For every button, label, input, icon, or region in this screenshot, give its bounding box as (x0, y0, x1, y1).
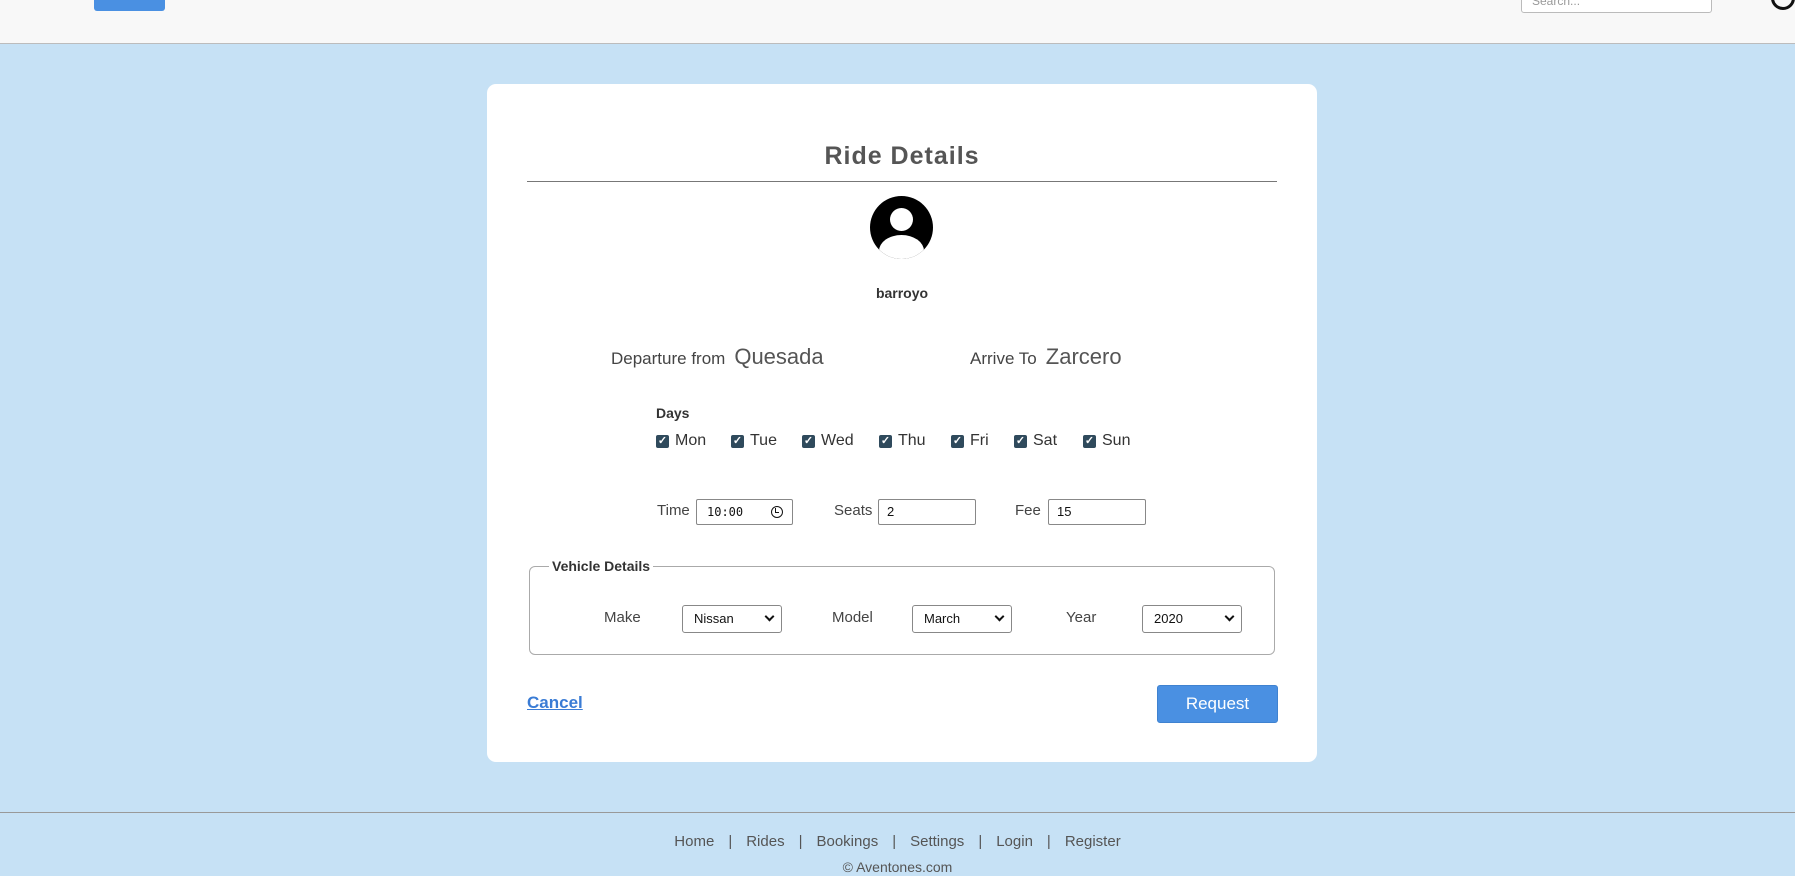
footer-link-home[interactable]: Home (674, 833, 714, 850)
day-checkbox-fri[interactable]: ✓ Fri (951, 431, 1014, 451)
avatar-icon (870, 196, 933, 259)
day-label: Thu (898, 432, 926, 449)
footer-separator: | (978, 833, 983, 850)
day-label: Sat (1033, 432, 1058, 449)
seats-label: Seats (834, 502, 873, 519)
day-label: Mon (675, 432, 707, 449)
footer-link-settings[interactable]: Settings (910, 833, 964, 850)
day-label: Wed (821, 432, 854, 449)
vehicle-details-legend: Vehicle Details (549, 558, 654, 574)
time-label: Time (657, 502, 690, 519)
chevron-down-icon (994, 611, 1005, 622)
day-label: Fri (970, 432, 989, 449)
footer-nav: Home | Rides | Bookings | Settings | Log… (0, 833, 1795, 850)
search-input[interactable]: Search... (1521, 0, 1712, 13)
fee-label: Fee (1015, 502, 1041, 519)
checkbox-checked-icon[interactable]: ✓ (656, 434, 669, 448)
make-label: Make (604, 609, 641, 626)
footer-divider (0, 812, 1795, 813)
checkbox-checked-icon[interactable]: ✓ (1083, 434, 1096, 448)
model-select[interactable]: March (912, 605, 1012, 633)
footer-link-register[interactable]: Register (1065, 833, 1121, 850)
year-value: 2020 (1154, 611, 1183, 626)
day-label: Tue (750, 432, 777, 449)
make-value: Nissan (694, 611, 734, 626)
chevron-down-icon (1224, 611, 1235, 622)
day-checkbox-tue[interactable]: ✓ Tue (731, 431, 802, 451)
day-checkbox-thu[interactable]: ✓ Thu (879, 431, 951, 451)
cancel-link[interactable]: Cancel (527, 693, 583, 713)
checkbox-checked-icon[interactable]: ✓ (802, 434, 815, 448)
nav-button[interactable] (94, 0, 165, 11)
checkbox-checked-icon[interactable]: ✓ (951, 434, 964, 448)
day-checkbox-sat[interactable]: ✓ Sat (1014, 431, 1083, 451)
make-select[interactable]: Nissan (682, 605, 782, 633)
footer-separator: | (1046, 833, 1051, 850)
day-checkbox-mon[interactable]: ✓ Mon (656, 431, 731, 451)
chevron-down-icon (764, 611, 775, 622)
fee-input[interactable]: 15 (1048, 499, 1146, 525)
departure-value: Quesada (734, 344, 824, 369)
request-button[interactable]: Request (1157, 685, 1278, 723)
departure-group: Departure from Quesada (611, 344, 824, 370)
day-label: Sun (1102, 432, 1131, 449)
footer-link-login[interactable]: Login (996, 833, 1033, 850)
checkbox-checked-icon[interactable]: ✓ (879, 434, 892, 448)
day-checkbox-wed[interactable]: ✓ Wed (802, 431, 879, 451)
checkbox-checked-icon[interactable]: ✓ (731, 434, 744, 448)
clock-icon[interactable] (771, 506, 783, 518)
day-checkbox-sun[interactable]: ✓ Sun (1083, 431, 1143, 451)
model-label: Model (832, 609, 873, 626)
footer-separator: | (892, 833, 897, 850)
year-select[interactable]: 2020 (1142, 605, 1242, 633)
arrive-value: Zarcero (1045, 344, 1122, 369)
days-label: Days (656, 405, 690, 421)
top-navbar: Search... (0, 0, 1795, 44)
checkbox-checked-icon[interactable]: ✓ (1014, 434, 1027, 448)
days-checkbox-group: ✓ Mon ✓ Tue ✓ Wed ✓ Thu ✓ Fri ✓ Sat ✓ Su… (656, 431, 1143, 451)
footer-link-rides[interactable]: Rides (746, 833, 784, 850)
arrive-label: Arrive To (970, 349, 1037, 368)
seats-input[interactable]: 2 (878, 499, 976, 525)
ride-details-card: Ride Details barroyo Departure from Quesa… (487, 84, 1317, 762)
time-value: 10:00 (707, 505, 744, 519)
user-icon[interactable] (1771, 0, 1795, 10)
footer-link-bookings[interactable]: Bookings (816, 833, 878, 850)
arrival-group: Arrive To Zarcero (970, 344, 1122, 370)
model-value: March (924, 611, 961, 626)
title-divider (527, 181, 1277, 182)
footer-separator: | (728, 833, 733, 850)
year-label: Year (1066, 609, 1097, 626)
time-input[interactable]: 10:00 (696, 499, 793, 525)
footer-separator: | (798, 833, 803, 850)
driver-username: barroyo (875, 285, 929, 301)
departure-label: Departure from (611, 349, 726, 368)
copyright-text: © Aventones.com (842, 859, 953, 875)
page-title: Ride Details (824, 142, 980, 170)
